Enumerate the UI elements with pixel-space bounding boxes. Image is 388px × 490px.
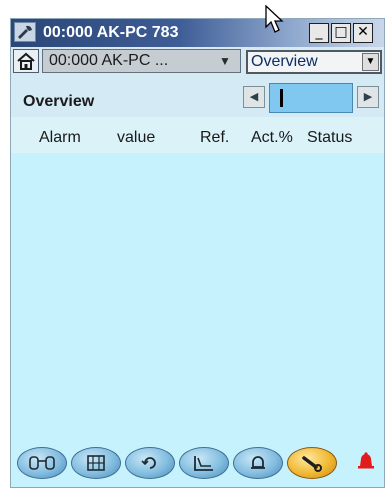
- minimize-button[interactable]: _: [309, 23, 329, 43]
- view-select-value: Overview: [251, 53, 318, 70]
- device-select[interactable]: 00:000 AK-PC ... ▼: [42, 49, 241, 73]
- view-select[interactable]: Overview ▼: [246, 50, 382, 74]
- app-window: 00:000 AK-PC 783 _ □ ✕ 00:000 AK-PC ... …: [10, 18, 385, 488]
- title-bar[interactable]: 00:000 AK-PC 783 _ □ ✕: [11, 19, 384, 47]
- column-ref[interactable]: Ref.: [200, 129, 229, 147]
- app-icon: [14, 22, 36, 42]
- toolbar: 00:000 AK-PC ... ▼ Overview ▼: [11, 47, 384, 75]
- previous-page-button[interactable]: ◀: [243, 86, 265, 108]
- chevron-down-icon[interactable]: ▼: [210, 50, 240, 72]
- chart-button[interactable]: [179, 447, 229, 479]
- refresh-button[interactable]: [125, 447, 175, 479]
- data-list-area[interactable]: [11, 153, 384, 443]
- bottom-navigation: [11, 443, 384, 487]
- binoculars-icon: [29, 456, 55, 470]
- device-select-value: 00:000 AK-PC ...: [49, 52, 169, 69]
- bell-outline-icon: [251, 456, 265, 469]
- home-icon: [17, 52, 35, 70]
- column-act-percent[interactable]: Act.%: [251, 129, 293, 147]
- wrench-icon: [302, 456, 322, 472]
- grid-button[interactable]: [71, 447, 121, 479]
- alarm-bell-icon[interactable]: [356, 451, 376, 475]
- pager: ◀ ▶: [243, 83, 379, 113]
- page-input[interactable]: [269, 83, 353, 113]
- text-caret: [280, 89, 283, 107]
- next-page-button[interactable]: ▶: [357, 86, 379, 108]
- chevron-down-icon[interactable]: ▼: [362, 53, 379, 71]
- column-header-row: Alarm value Ref. Act.% Status: [11, 117, 384, 153]
- home-button[interactable]: [13, 49, 39, 73]
- alarms-button[interactable]: [233, 447, 283, 479]
- page-title: Overview: [23, 93, 95, 110]
- service-button[interactable]: [287, 447, 337, 479]
- column-value[interactable]: value: [117, 129, 155, 147]
- grid-icon: [87, 455, 105, 471]
- refresh-icon: [141, 457, 156, 469]
- window-title: 00:000 AK-PC 783: [43, 24, 179, 41]
- section-header: Overview ◀ ▶: [11, 75, 384, 117]
- binoculars-button[interactable]: [17, 447, 67, 479]
- column-alarm[interactable]: Alarm: [39, 129, 81, 147]
- maximize-button[interactable]: □: [331, 23, 351, 43]
- chart-icon: [194, 456, 213, 471]
- close-button[interactable]: ✕: [353, 23, 373, 43]
- column-status[interactable]: Status: [307, 129, 352, 147]
